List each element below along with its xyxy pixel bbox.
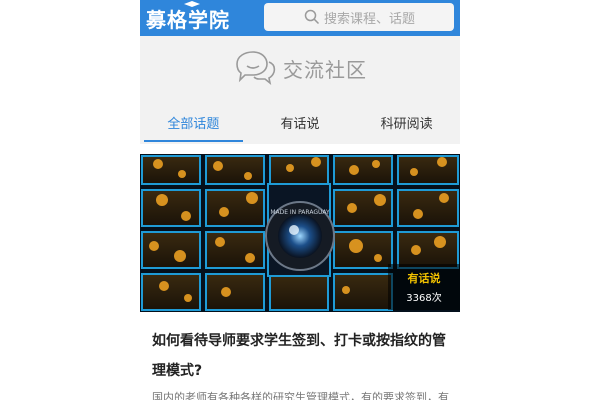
mobile-viewport: 募格学院 搜索课程、话题 交流社区 全部话题 有话说 科研阅读 MADE IN …	[140, 0, 460, 400]
post-card[interactable]: MADE IN PARAGUAY 有话说 3368次 如何看待导师要求学生签到、…	[140, 154, 460, 400]
search-icon	[304, 9, 320, 25]
graduation-cap-icon	[184, 1, 200, 7]
community-title: 交流社区	[283, 57, 367, 82]
search-placeholder: 搜索课程、话题	[324, 11, 416, 27]
topic-tabs: 全部话题 有话说 科研阅读	[140, 100, 460, 144]
badge-category: 有话说	[407, 272, 441, 285]
post-excerpt: 国内的老师有各种各样的研究生管理模式，有的要求签到，有	[152, 391, 449, 400]
image-caption-text: MADE IN PARAGUAY	[270, 209, 330, 216]
tab-all-topics[interactable]: 全部话题	[140, 100, 247, 144]
chat-bubbles-icon	[236, 51, 276, 85]
tab-have-something-to-say[interactable]: 有话说	[247, 100, 354, 144]
community-banner: 交流社区	[140, 36, 460, 100]
logo[interactable]: 募格学院	[146, 1, 230, 32]
view-count-badge: 有话说 3368次	[388, 264, 460, 310]
tab-research-reading[interactable]: 科研阅读	[353, 100, 460, 144]
post-image[interactable]: MADE IN PARAGUAY 有话说 3368次	[140, 154, 460, 312]
search-input[interactable]: 搜索课程、话题	[264, 3, 454, 31]
badge-count: 3368次	[406, 293, 442, 304]
post-title[interactable]: 如何看待导师要求学生签到、打卡或按指纹的管理模式?	[140, 312, 460, 386]
top-header: 募格学院 搜索课程、话题	[140, 0, 460, 36]
